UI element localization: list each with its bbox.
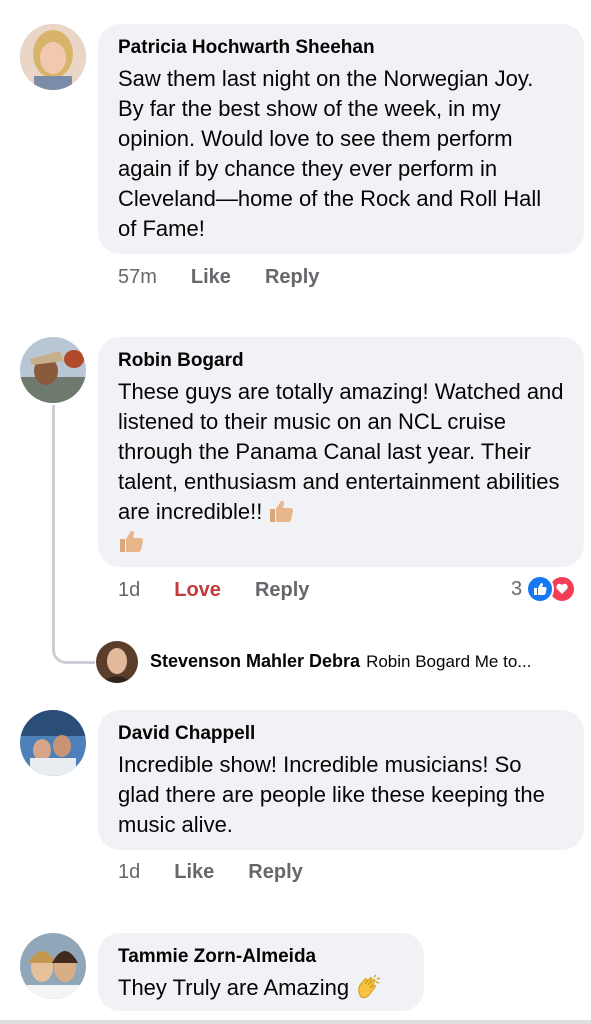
comment-time: 57m — [118, 265, 157, 288]
comment-text: These guys are totally amazing! Watched … — [118, 377, 564, 557]
clapping-hands-icon — [355, 974, 381, 999]
avatar-tammie[interactable] — [20, 933, 86, 999]
comment-author[interactable]: David Chappell — [118, 722, 564, 746]
avatar-robin[interactable] — [20, 337, 86, 403]
reply-text: Robin Bogard Me to... — [366, 652, 532, 671]
avatar-david[interactable] — [20, 710, 86, 776]
comment-author[interactable]: Patricia Hochwarth Sheehan — [118, 36, 564, 60]
avatar-stevenson[interactable] — [96, 641, 138, 683]
divider — [0, 1020, 591, 1024]
reply-author[interactable]: Stevenson Mahler Debra — [150, 651, 360, 671]
comment-bubble-tammie: Tammie Zorn-Almeida They Truly are Amazi… — [98, 933, 424, 1011]
comment-time: 1d — [118, 578, 141, 601]
comment-text: Saw them last night on the Norwegian Joy… — [118, 66, 542, 241]
like-button[interactable]: Like — [174, 861, 214, 884]
comment-bubble-patricia: Patricia Hochwarth Sheehan Saw them last… — [98, 24, 584, 254]
reply-button[interactable]: Reply — [248, 861, 302, 884]
reaction-count: 3 — [511, 577, 523, 600]
comment-time: 1d — [118, 860, 141, 883]
comment-text: They Truly are Amazing — [118, 973, 404, 1003]
reply-button[interactable]: Reply — [255, 579, 309, 602]
thumbs-up-icon — [118, 529, 144, 553]
thumbs-up-icon — [268, 499, 294, 523]
love-button[interactable]: Love — [174, 579, 221, 602]
reply-button[interactable]: Reply — [265, 266, 319, 289]
reply-preview[interactable]: Stevenson Mahler Debra Robin Bogard Me to… — [150, 651, 531, 672]
comment-author[interactable]: Tammie Zorn-Almeida — [118, 945, 404, 969]
comment-bubble-robin: Robin Bogard These guys are totally amaz… — [98, 337, 584, 567]
comment-bubble-david: David Chappell Incredible show! Incredib… — [98, 710, 584, 850]
comment-actions: 1d Like Reply — [118, 858, 337, 886]
comment-author[interactable]: Robin Bogard — [118, 349, 564, 373]
reaction-summary[interactable]: 3 — [511, 575, 577, 603]
comment-actions: 1d Love Reply — [118, 576, 343, 604]
reply-thread-line — [52, 405, 95, 664]
like-button[interactable]: Like — [191, 266, 231, 289]
comment-actions: 57m Like Reply — [118, 263, 353, 291]
comment-text-body: These guys are totally amazing! Watched … — [118, 379, 564, 524]
comment-text: Incredible show! Incredible musicians! S… — [118, 752, 545, 837]
avatar-patricia[interactable] — [20, 24, 86, 90]
comment-text-body: They Truly are Amazing — [118, 975, 350, 1000]
like-reaction-icon — [526, 575, 555, 603]
